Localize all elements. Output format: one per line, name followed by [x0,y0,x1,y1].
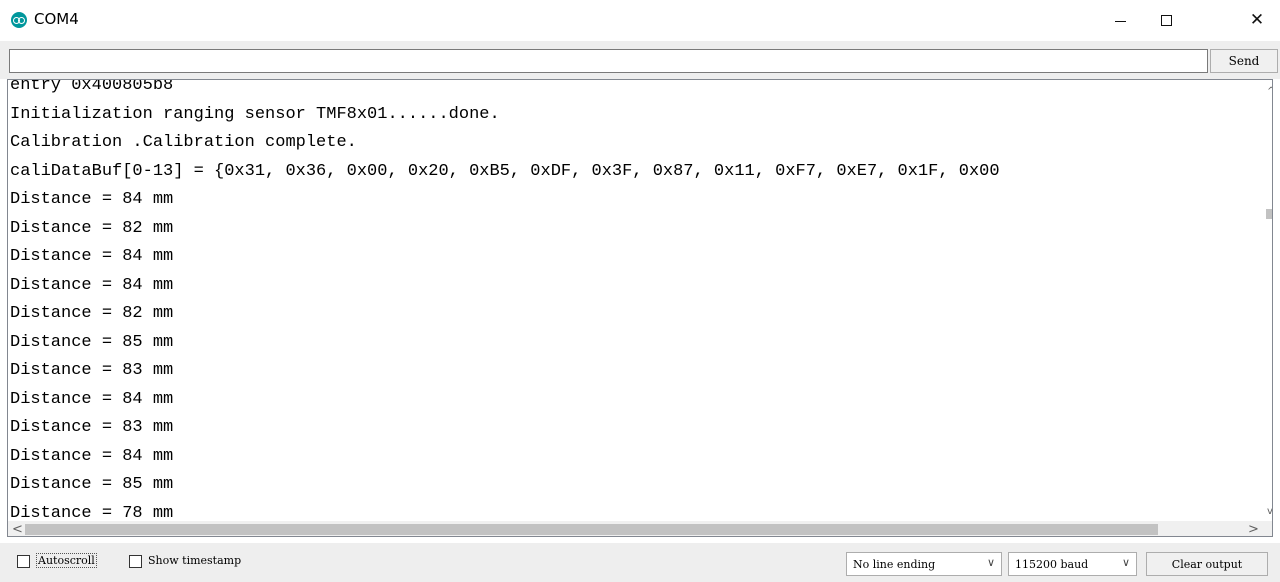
output-line: Distance = 84 mm [10,275,174,295]
baud-rate-select[interactable]: 115200 baud ∨ [1008,552,1137,576]
output-lines: entry 0x400805b8 Initialization ranging s… [10,79,1258,528]
maximize-icon [1160,14,1172,26]
line-ending-value: No line ending [853,557,936,571]
title-bar: COM4 ✕ [0,0,1280,41]
scroll-left-icon[interactable]: < [12,521,23,536]
clear-output-button[interactable]: Clear output [1146,552,1268,576]
send-bar: Send [0,41,1280,79]
output-line: Distance = 82 mm [10,304,174,323]
vertical-scroll-thumb[interactable] [1266,209,1272,219]
output-line: Initialization ranging sensor TMF8x01...… [10,104,500,124]
autoscroll-label[interactable]: Autoscroll [36,553,97,568]
show-timestamp-label[interactable]: Show timestamp [148,554,241,567]
show-timestamp-checkbox[interactable] [129,555,142,568]
scroll-right-icon[interactable]: > [1248,521,1259,536]
output-line: caliDataBuf[0-13] = {0x31, 0x36, 0x00, 0… [10,161,1000,181]
serial-output[interactable]: entry 0x400805b8 Initialization ranging s… [7,79,1273,537]
output-line: Calibration .Calibration complete. [10,133,357,152]
output-line: Distance = 84 mm [10,389,174,409]
output-line: Distance = 84 mm [10,446,174,466]
window-title: COM4 [34,10,79,28]
close-button[interactable]: ✕ [1234,0,1280,40]
bottom-bar: Autoscroll Show timestamp No line ending… [0,543,1280,582]
close-icon: ✕ [1249,10,1265,30]
output-line: Distance = 83 mm [10,418,174,437]
serial-input[interactable] [9,49,1208,73]
autoscroll-checkbox[interactable] [17,555,30,568]
output-line: Distance = 85 mm [10,332,174,352]
scroll-down-icon[interactable]: v [1267,506,1272,517]
arduino-icon [11,12,27,28]
horizontal-scrollbar[interactable]: < > [8,521,1272,536]
scroll-up-icon[interactable]: ^ [1267,86,1272,97]
maximize-button[interactable] [1143,0,1189,40]
send-button[interactable]: Send [1210,49,1278,73]
output-line: Distance = 85 mm [10,475,174,494]
chevron-down-icon: ∨ [986,556,995,569]
minimize-icon [1114,20,1126,22]
baud-rate-value: 115200 baud [1015,557,1089,571]
output-line: Distance = 84 mm [10,190,174,209]
vertical-scrollbar[interactable]: ^ v [1263,80,1272,521]
output-line: Distance = 83 mm [10,361,174,380]
output-line: entry 0x400805b8 [10,79,174,95]
output-line: Distance = 84 mm [10,247,174,266]
chevron-down-icon: ∨ [1121,556,1130,569]
line-ending-select[interactable]: No line ending ∨ [846,552,1002,576]
minimize-button[interactable] [1097,0,1143,40]
horizontal-scroll-thumb[interactable] [25,524,1158,535]
output-line: Distance = 82 mm [10,218,174,238]
